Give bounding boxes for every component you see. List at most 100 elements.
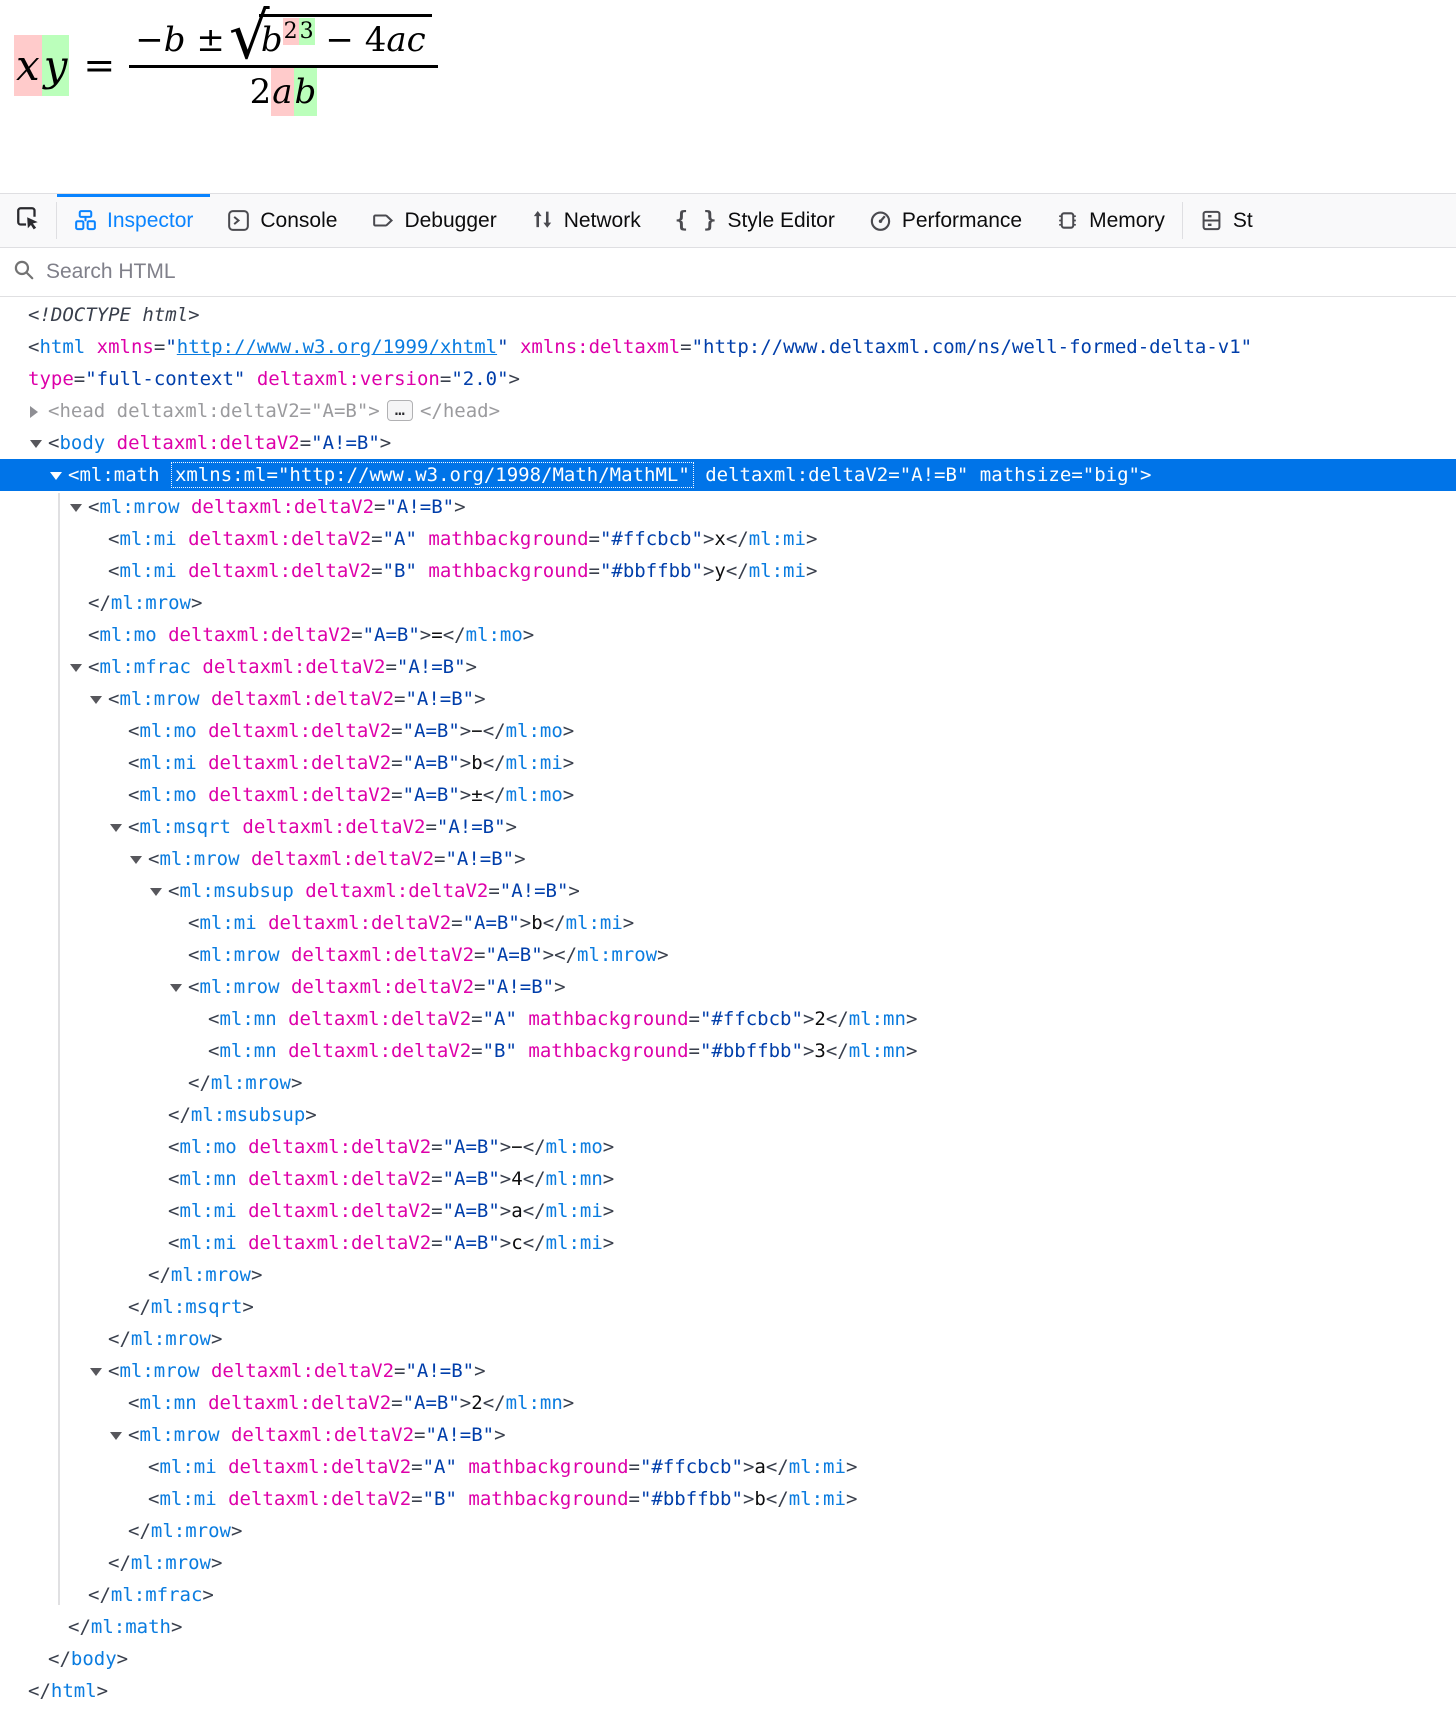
- markup-line[interactable]: <head deltaxml:deltaV2="A=B">…</head>: [0, 395, 1456, 427]
- search-html-input[interactable]: [44, 259, 1443, 285]
- markup-line[interactable]: <ml:mi deltaxml:deltaV2="B" mathbackgrou…: [0, 1483, 1456, 1515]
- collapse-arrow-icon[interactable]: [50, 472, 62, 480]
- debugger-icon: [371, 209, 394, 232]
- markup-line[interactable]: <ml:mo deltaxml:deltaV2="A=B">±</ml:mo>: [0, 779, 1456, 811]
- markup-line[interactable]: <ml:mo deltaxml:deltaV2="A=B">=</ml:mo>: [0, 619, 1456, 651]
- markup-line[interactable]: <ml:mi deltaxml:deltaV2="A=B">b</ml:mi>: [0, 907, 1456, 939]
- markup-line[interactable]: <ml:mi deltaxml:deltaV2="A" mathbackgrou…: [0, 523, 1456, 555]
- tab-console[interactable]: Console: [210, 194, 354, 247]
- expand-arrow-icon[interactable]: [30, 406, 38, 418]
- markup-line[interactable]: <ml:mn deltaxml:deltaV2="A=B">4</ml:mn>: [0, 1163, 1456, 1195]
- markup-line[interactable]: <ml:msqrt deltaxml:deltaV2="A!=B">: [0, 811, 1456, 843]
- markup-line[interactable]: </body>: [0, 1643, 1456, 1675]
- markup-line[interactable]: <ml:mi deltaxml:deltaV2="A=B">c</ml:mi>: [0, 1227, 1456, 1259]
- tab-network[interactable]: Network: [514, 194, 658, 247]
- collapse-arrow-icon[interactable]: [110, 824, 122, 832]
- markup-line[interactable]: </ml:mrow>: [0, 1323, 1456, 1355]
- formula-radical: √b23 − 4ac: [233, 14, 432, 60]
- math-token: y: [42, 35, 70, 96]
- collapse-arrow-icon[interactable]: [70, 504, 82, 512]
- tab-label: Style Editor: [727, 209, 834, 233]
- radical-sign: √: [229, 5, 270, 69]
- markup-line[interactable]: <ml:mrow deltaxml:deltaV2="A!=B">: [0, 843, 1456, 875]
- performance-icon: [869, 209, 892, 232]
- markup-line[interactable]: <ml:mi deltaxml:deltaV2="A=B">b</ml:mi>: [0, 747, 1456, 779]
- tab-label: Inspector: [107, 209, 193, 233]
- markup-line[interactable]: type="full-context" deltaxml:version="2.…: [0, 363, 1456, 395]
- markup-line[interactable]: <ml:mrow deltaxml:deltaV2="A!=B">: [0, 1355, 1456, 1387]
- markup-line[interactable]: <ml:mi deltaxml:deltaV2="B" mathbackgrou…: [0, 555, 1456, 587]
- markup-line[interactable]: <ml:mrow deltaxml:deltaV2="A!=B">: [0, 683, 1456, 715]
- collapse-arrow-icon[interactable]: [110, 1432, 122, 1440]
- markup-line[interactable]: <ml:mi deltaxml:deltaV2="A=B">a</ml:mi>: [0, 1195, 1456, 1227]
- pick-element-button[interactable]: [0, 194, 56, 247]
- math-token: b: [164, 20, 186, 60]
- namespace-link[interactable]: http://www.w3.org/1999/xhtml: [177, 336, 497, 358]
- tab-style-editor[interactable]: { } Style Editor: [658, 194, 852, 247]
- tab-label: Network: [564, 209, 641, 233]
- search-icon: [13, 259, 35, 286]
- markup-line[interactable]: </ml:math>: [0, 1611, 1456, 1643]
- radicand: b23 − 4ac: [259, 14, 432, 60]
- markup-line[interactable]: <ml:mn deltaxml:deltaV2="B" mathbackgrou…: [0, 1035, 1456, 1067]
- collapse-arrow-icon[interactable]: [30, 440, 42, 448]
- tab-inspector[interactable]: Inspector: [57, 194, 210, 247]
- markup-line[interactable]: <ml:math xmlns:ml="http://www.w3.org/199…: [0, 459, 1456, 491]
- collapse-arrow-icon[interactable]: [90, 696, 102, 704]
- selected-attribute[interactable]: xmlns:ml="http://www.w3.org/1998/Math/Ma…: [171, 462, 694, 488]
- tab-label: Debugger: [404, 209, 496, 233]
- collapse-arrow-icon[interactable]: [130, 856, 142, 864]
- tab-label: Console: [260, 209, 337, 233]
- style-editor-icon: { }: [675, 208, 718, 233]
- pick-element-icon: [15, 205, 41, 236]
- markup-line[interactable]: <ml:mi deltaxml:deltaV2="A" mathbackgrou…: [0, 1451, 1456, 1483]
- console-icon: [227, 209, 250, 232]
- devtools-toolbar: Inspector Console Debugger Network { }: [0, 193, 1456, 248]
- inspected-page-viewport: xy = −b ±√b23 − 4ac 2ab: [0, 0, 1456, 193]
- markup-line[interactable]: </html>: [0, 1675, 1456, 1707]
- markup-line[interactable]: <ml:mn deltaxml:deltaV2="A" mathbackgrou…: [0, 1003, 1456, 1035]
- tab-debugger[interactable]: Debugger: [354, 194, 513, 247]
- markup-line[interactable]: <ml:mo deltaxml:deltaV2="A=B">−</ml:mo>: [0, 715, 1456, 747]
- markup-line[interactable]: <ml:mrow deltaxml:deltaV2="A!=B">: [0, 491, 1456, 523]
- tab-storage[interactable]: St: [1183, 194, 1270, 247]
- markup-line[interactable]: <ml:mfrac deltaxml:deltaV2="A!=B">: [0, 651, 1456, 683]
- markup-line[interactable]: </ml:msubsup>: [0, 1099, 1456, 1131]
- markup-line[interactable]: <html xmlns="http://www.w3.org/1999/xhtm…: [0, 331, 1456, 363]
- markup-line[interactable]: </ml:mrow>: [0, 1547, 1456, 1579]
- markup-line[interactable]: </ml:mrow>: [0, 1515, 1456, 1547]
- tab-performance[interactable]: Performance: [852, 194, 1039, 247]
- collapse-arrow-icon[interactable]: [90, 1368, 102, 1376]
- collapse-arrow-icon[interactable]: [150, 888, 162, 896]
- tab-memory[interactable]: Memory: [1039, 194, 1182, 247]
- markup-line[interactable]: </ml:msqrt>: [0, 1291, 1456, 1323]
- markup-line[interactable]: <ml:mrow deltaxml:deltaV2="A=B"></ml:mro…: [0, 939, 1456, 971]
- collapsed-children-badge[interactable]: …: [387, 400, 413, 421]
- markup-line[interactable]: <!DOCTYPE html>: [0, 299, 1456, 331]
- markup-line[interactable]: <ml:mrow deltaxml:deltaV2="A!=B">: [0, 1419, 1456, 1451]
- markup-line[interactable]: </ml:mrow>: [0, 587, 1456, 619]
- markup-line[interactable]: </ml:mfrac>: [0, 1579, 1456, 1611]
- formula-fraction: −b ±√b23 − 4ac 2ab: [129, 14, 437, 116]
- math-token: b: [294, 68, 318, 116]
- tab-label: Performance: [902, 209, 1022, 233]
- math-token: 2: [250, 72, 272, 112]
- collapse-arrow-icon[interactable]: [170, 984, 182, 992]
- math-token: ±: [186, 20, 225, 60]
- markup-search-bar: [0, 248, 1456, 297]
- formula-lhs: xy: [14, 35, 69, 96]
- markup-line[interactable]: </ml:mrow>: [0, 1259, 1456, 1291]
- markup-line[interactable]: <ml:mn deltaxml:deltaV2="A=B">2</ml:mn>: [0, 1387, 1456, 1419]
- rendered-mathml-formula: xy = −b ±√b23 − 4ac 2ab: [14, 14, 1456, 116]
- storage-icon: [1200, 209, 1223, 232]
- markup-line[interactable]: </ml:mrow>: [0, 1067, 1456, 1099]
- collapse-arrow-icon[interactable]: [70, 664, 82, 672]
- math-token: a: [271, 68, 293, 116]
- markup-line[interactable]: <ml:msubsup deltaxml:deltaV2="A!=B">: [0, 875, 1456, 907]
- tab-label: St: [1233, 209, 1253, 233]
- math-token: ac: [386, 20, 425, 60]
- markup-line[interactable]: <body deltaxml:deltaV2="A!=B">: [0, 427, 1456, 459]
- markup-line[interactable]: <ml:mo deltaxml:deltaV2="A=B">−</ml:mo>: [0, 1131, 1456, 1163]
- markup-line[interactable]: <ml:mrow deltaxml:deltaV2="A!=B">: [0, 971, 1456, 1003]
- formula-numerator: −b ±√b23 − 4ac: [129, 14, 437, 62]
